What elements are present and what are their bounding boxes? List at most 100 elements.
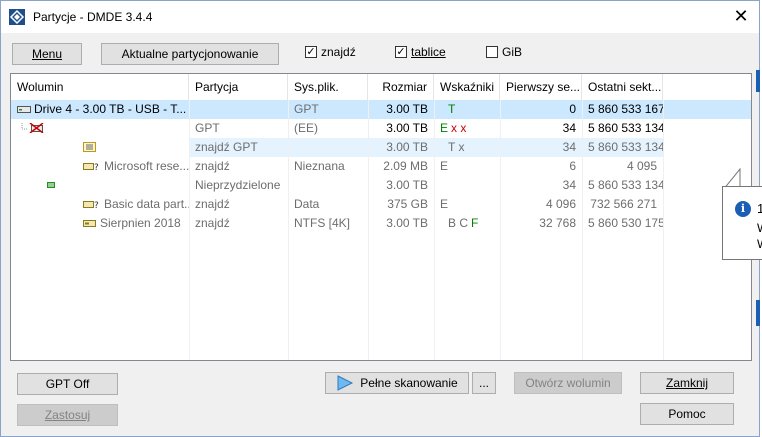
info-icon: i [735, 201, 751, 217]
cell-volume: Sierpnien 2018 [11, 214, 189, 233]
table-row[interactable]: znajdź GPT 3.00 TB T x 34 5 860 533 134 [11, 138, 751, 157]
table-row[interactable]: ? Microsoft rese... znajdź Nieznana 2.09 … [11, 157, 751, 176]
current-partitioning-button[interactable]: Aktualne partycjonowanie [101, 43, 279, 65]
close-window-button[interactable]: ✕ [727, 3, 755, 29]
column-divider [288, 100, 289, 360]
cell-volume: ? Microsoft rese... [11, 157, 189, 176]
table-row[interactable]: Sierpnien 2018 znajdź NTFS [4K] 3.00 TB … [11, 214, 751, 233]
cell-volume: Drive 4 - 3.00 TB - USB - T... [11, 100, 189, 119]
column-divider [663, 100, 664, 360]
unknown-volume-icon: ? [83, 162, 99, 171]
cell-last-sector: 732 566 271 [590, 197, 657, 211]
close-button[interactable]: Zamknij [640, 372, 734, 394]
column-header-size[interactable]: Rozmiar [368, 74, 434, 100]
svg-text:?: ? [94, 163, 99, 171]
tooltip-line-3: W [757, 237, 762, 251]
column-header-first-sector[interactable]: Pierwszy se... [500, 74, 582, 100]
column-header-volume[interactable]: Wolumin [11, 74, 189, 100]
found-checkbox[interactable]: ✓ znajdź [305, 45, 356, 59]
check-icon: ✓ [396, 45, 406, 58]
tables-checkbox-box[interactable]: ✓ [395, 46, 407, 58]
column-header-partition[interactable]: Partycja [189, 74, 288, 100]
cell-size: 3.00 TB [386, 102, 428, 116]
cell-flags: T [434, 100, 500, 119]
flag-x: x x [451, 121, 467, 135]
cell-first-sector: 32 768 [539, 216, 576, 230]
cell-last-sector: 5 860 533 167 [588, 102, 663, 116]
cell-flags: B CF [434, 214, 500, 233]
table-row[interactable]: GPT (EE) 3.00 TB Ex x 34 5 860 533 134 [11, 119, 751, 138]
partitions-table[interactable]: Wolumin Partycja Sys.plik. Rozmiar Wskaź… [10, 73, 752, 361]
cell-partition: znajdź [195, 216, 230, 230]
cell-last-sector: 5 860 530 175 [588, 216, 663, 230]
gib-checkbox[interactable]: GiB [486, 45, 522, 59]
play-icon [337, 375, 354, 391]
open-volume-label: Otwórz wolumin [525, 376, 611, 390]
cell-volume [11, 138, 189, 157]
more-options-label: ... [478, 376, 489, 390]
gib-checkbox-label: GiB [502, 45, 523, 59]
column-divider [434, 100, 435, 360]
cell-first-sector: 34 [562, 178, 576, 192]
volume-name: Sierpnien 2018 [100, 216, 181, 230]
cell-partition: Nieprzydzielone [195, 178, 281, 192]
cell-filesystem: Data [294, 197, 320, 211]
cell-filesystem [288, 176, 368, 195]
table-row[interactable]: Drive 4 - 3.00 TB - USB - T... GPT 3.00 … [11, 100, 751, 119]
current-partitioning-label: Aktualne partycjonowanie [121, 47, 259, 61]
volume-name: Basic data part... [104, 197, 189, 211]
cell-last-sector: 5 860 533 134 [588, 121, 663, 135]
gpt-off-button[interactable]: GPT Off [17, 373, 118, 395]
flag-f: F [471, 216, 479, 230]
tooltip-line-2: W [757, 221, 762, 235]
cell-partition: znajdź GPT [189, 138, 288, 157]
unknown-volume-icon: ? [83, 200, 99, 209]
cell-volume: ? Basic data part... [11, 195, 189, 214]
help-button[interactable]: Pomoc [640, 403, 734, 425]
cell-partition: znajdź [195, 159, 230, 173]
ntfs-volume-icon [83, 219, 96, 227]
cell-size: 3.00 TB [386, 178, 428, 192]
toolbar: Menu Aktualne partycjonowanie ✓ znajdź ✓… [1, 41, 759, 67]
cell-size: 375 GB [387, 197, 428, 211]
check-icon: ✓ [306, 45, 316, 58]
apply-button[interactable]: Zastosuj [17, 404, 118, 426]
found-checkbox-box[interactable]: ✓ [305, 46, 317, 58]
cell-size: 3.00 TB [386, 121, 428, 135]
window-title: Partycje - DMDE 3.4.4 [33, 10, 153, 24]
column-header-filesystem[interactable]: Sys.plik. [288, 74, 368, 100]
menu-button[interactable]: Menu [12, 43, 82, 65]
cell-first-sector: 4 096 [545, 197, 576, 211]
full-scan-label: Pełne skanowanie [360, 376, 458, 390]
table-body: Drive 4 - 3.00 TB - USB - T... GPT 3.00 … [11, 100, 751, 233]
column-header-flags[interactable]: Wskaźniki [434, 74, 500, 100]
cell-last-sector: 4 095 [626, 159, 657, 173]
cell-first-sector: 0 [569, 102, 576, 116]
help-label: Pomoc [668, 407, 706, 421]
table-row[interactable]: ? Basic data part... znajdź Data 375 GB E… [11, 195, 751, 214]
column-divider [500, 100, 501, 360]
cell-last-sector: 5 860 533 134 [588, 178, 663, 192]
more-options-button[interactable]: ... [472, 372, 496, 394]
full-scan-button[interactable]: Pełne skanowanie [325, 372, 469, 394]
tree-branch-deleted-disk-icon [21, 122, 44, 133]
table-row[interactable]: Nieprzydzielone 3.00 TB 34 5 860 533 134 [11, 176, 751, 195]
svg-text:?: ? [94, 201, 99, 209]
close-label: Zamknij [665, 376, 708, 390]
column-divider [582, 100, 583, 360]
cell-filesystem: GPT [294, 102, 319, 116]
gpt-off-label: GPT Off [45, 377, 90, 391]
gib-checkbox-box[interactable] [486, 46, 498, 58]
cell-flags: E [440, 197, 449, 211]
tables-checkbox[interactable]: ✓ tablice [395, 45, 446, 59]
volume-name: Microsoft rese... [104, 159, 189, 173]
dmde-app-icon [9, 9, 25, 25]
flag-text: T [448, 102, 456, 116]
found-checkbox-label: znajdź [321, 45, 356, 59]
volume-name: Drive 4 - 3.00 TB - USB - T... [34, 102, 187, 116]
column-header-last-sector[interactable]: Ostatni sekt... [582, 74, 663, 100]
cell-flags: E [440, 159, 449, 173]
tooltip-line-1: 1 [757, 201, 762, 216]
cell-filesystem [288, 138, 368, 157]
open-volume-button[interactable]: Otwórz wolumin [514, 372, 622, 394]
